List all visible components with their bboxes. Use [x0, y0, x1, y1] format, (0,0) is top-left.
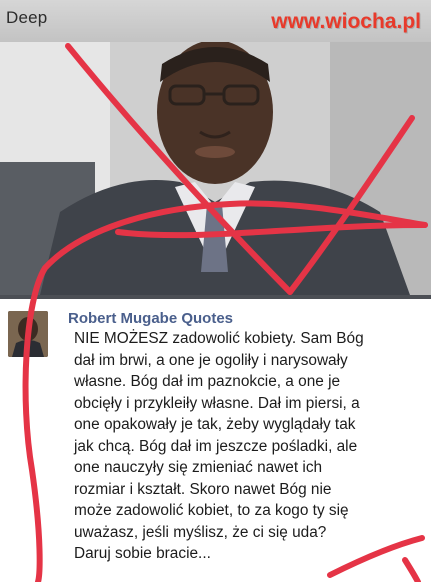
author-name-link[interactable]: Robert Mugabe Quotes — [68, 310, 233, 327]
quote-post: Robert Mugabe Quotes NIE MOŻESZ zadowoli… — [0, 299, 431, 582]
post-text-line: rozmiar i kształt. Skoro nawet Bóg nie — [74, 480, 332, 498]
site-watermark: www.wiocha.pl — [271, 10, 421, 33]
post-text-line: jak chcą. Bóg dał im jeszcze pośladki, a… — [74, 437, 358, 455]
deep-label: Deep — [6, 8, 48, 27]
post-text-line: NIE MOŻESZ zadowolić kobiety. Sam Bóg — [74, 330, 364, 347]
post-text-line: one opakowały je tak, żeby wyglądały tak — [74, 416, 356, 433]
post-text-line: Daruj sobie bracie... — [74, 545, 211, 562]
post-text-line: może zadowolić kobiet, to za kogo ty się — [74, 502, 349, 519]
post-text-line: własne. Bóg dał im paznokcie, a one je — [74, 373, 341, 390]
post-text-line: obcięły i przykleiły własne. Dał im pier… — [74, 394, 360, 412]
post-text-line: uważasz, jeśli myślisz, że ci się uda? — [74, 523, 327, 541]
post-text: NIE MOŻESZ zadowolić kobiety. Sam Bóg da… — [74, 328, 426, 565]
post-text-line: dał im brwi, a one je ogoliły i narysowa… — [74, 351, 348, 369]
avatar-photo-icon — [8, 311, 48, 357]
top-strip: Deep www.wiocha.pl — [0, 0, 431, 42]
post-text-line: one nauczyły się zmieniać nawet ich — [74, 459, 323, 476]
portrait-photo — [0, 42, 431, 295]
author-avatar[interactable] — [8, 311, 48, 357]
portrait-illustration — [0, 42, 431, 295]
